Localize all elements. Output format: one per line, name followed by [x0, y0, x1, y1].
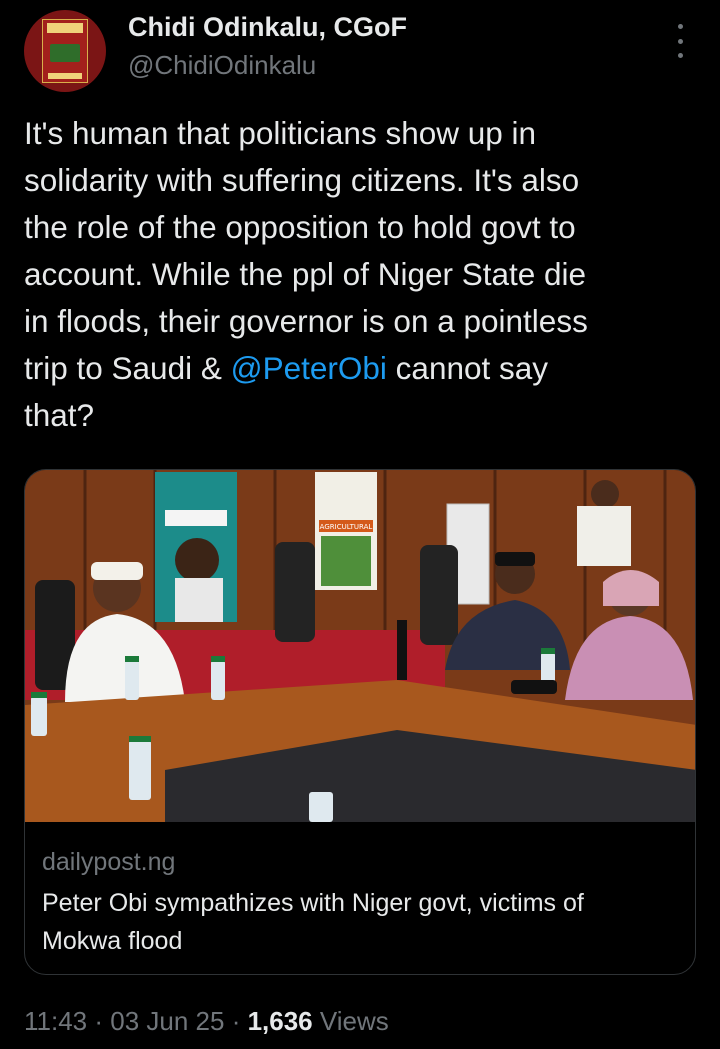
card-photo: AGRICULTURAL: [25, 470, 695, 822]
tweet-meta: 11:43 · 03 Jun 25 · 1,636 Views: [24, 1006, 389, 1037]
book-cover-avatar-icon: [42, 19, 88, 83]
more-vertical-icon[interactable]: [668, 24, 692, 58]
meta-separator: ·: [224, 1006, 248, 1036]
meta-separator: ·: [87, 1006, 111, 1036]
banner-text: AGRICULTURAL: [320, 523, 373, 531]
views-label: Views: [312, 1006, 389, 1036]
tweet-text: It's human that politicians show up in s…: [24, 110, 704, 439]
mention-link[interactable]: @PeterObi: [231, 350, 387, 386]
views-count: 1,636: [247, 1006, 313, 1036]
tweet-time[interactable]: 11:43: [24, 1006, 87, 1036]
card-source: dailypost.ng: [42, 848, 176, 876]
avatar[interactable]: [24, 10, 106, 92]
tweet-date[interactable]: 03 Jun 25: [110, 1006, 224, 1036]
link-card[interactable]: AGRICULTURAL dailypost.ng Peter Obi symp…: [24, 469, 696, 975]
meeting-photo: AGRICULTURAL: [25, 470, 695, 822]
author-handle[interactable]: @ChidiOdinkalu: [128, 50, 316, 81]
tweet-text-part1: It's human that politicians show up in s…: [24, 115, 588, 386]
author-name[interactable]: Chidi Odinkalu, CGoF: [128, 12, 407, 43]
card-title: Peter Obi sympathizes with Niger govt, v…: [42, 889, 584, 955]
